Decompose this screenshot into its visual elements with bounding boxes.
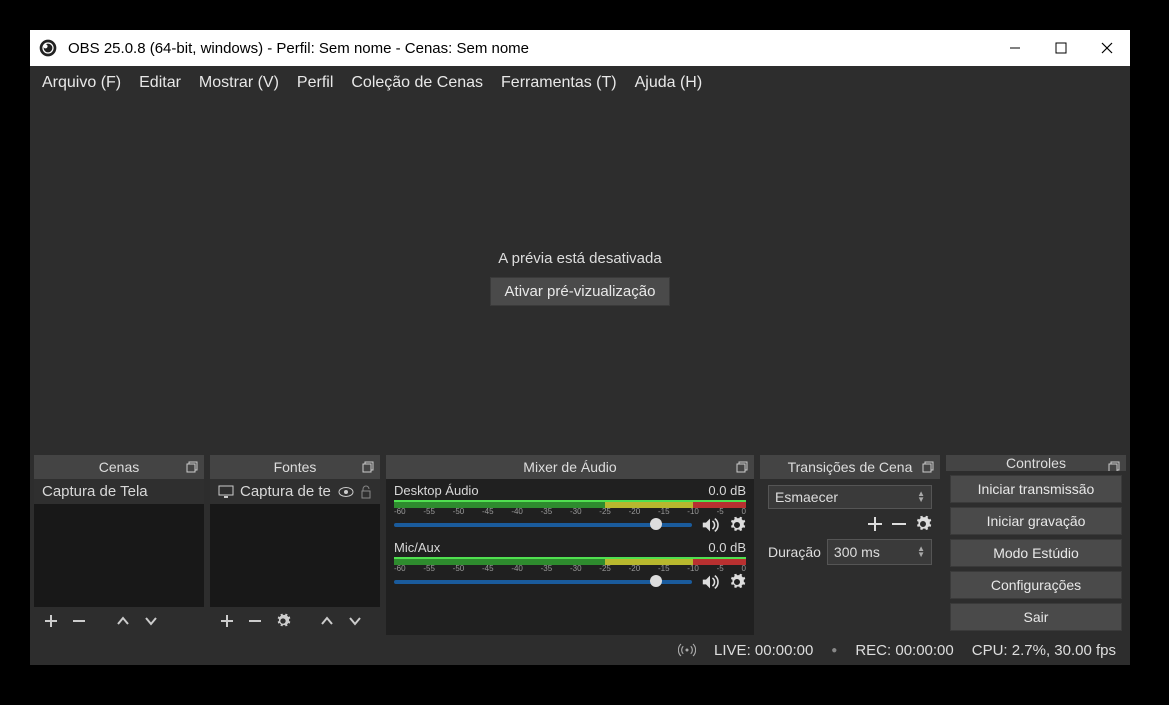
add-icon[interactable] [218,612,236,630]
speaker-icon[interactable] [700,517,720,533]
mixer-track: Desktop Áudio 0.0 dB -60-55-50-45-40-35-… [386,479,754,536]
menubar: Arquivo (F) Editar Mostrar (V) Perfil Co… [30,66,1130,100]
scenes-toolbar [34,607,204,635]
volume-slider[interactable] [394,523,692,527]
select-spinner-icon: ▲▼ [917,491,925,503]
obs-logo-icon [38,38,58,58]
status-live: LIVE: 00:00:00 [714,642,813,659]
sources-header: Fontes [210,455,380,479]
minimize-button[interactable] [992,30,1038,66]
docks-row: Cenas Captura de Tela Fontes [30,455,1130,635]
lock-icon[interactable] [360,485,372,499]
gear-icon[interactable] [274,612,292,630]
stepper-icon[interactable]: ▲▼ [917,546,925,558]
popout-icon[interactable] [920,459,936,475]
duration-input[interactable]: 300 ms ▲▼ [827,539,932,565]
mixer-track: Mic/Aux 0.0 dB -60-55-50-45-40-35-30-25-… [386,536,754,593]
mixer-body: Desktop Áudio 0.0 dB -60-55-50-45-40-35-… [386,479,754,635]
remove-icon[interactable] [246,612,264,630]
scenes-title: Cenas [99,459,139,475]
menu-perfil[interactable]: Perfil [297,74,333,92]
controls-body: Iniciar transmissão Iniciar gravação Mod… [946,471,1126,635]
sources-title: Fontes [274,459,317,475]
maximize-button[interactable] [1038,30,1084,66]
sources-list: Captura de te [210,479,380,607]
popout-icon[interactable] [734,459,750,475]
duration-label: Duração [768,544,821,560]
controls-header: Controles [946,455,1126,471]
menu-ferramentas[interactable]: Ferramentas (T) [501,74,617,92]
scenes-header: Cenas [34,455,204,479]
track-name: Mic/Aux [394,540,440,555]
exit-button[interactable]: Sair [950,603,1122,631]
scene-item[interactable]: Captura de Tela [34,479,204,504]
move-up-icon[interactable] [318,612,336,630]
transitions-title: Transições de Cena [788,459,913,475]
record-dot-icon: ● [831,645,837,656]
close-button[interactable] [1084,30,1130,66]
move-up-icon[interactable] [114,612,132,630]
popout-icon[interactable] [360,459,376,475]
source-item[interactable]: Captura de te [210,479,380,504]
enable-preview-button[interactable]: Ativar pré-vizualização [490,277,671,306]
scenes-list: Captura de Tela [34,479,204,607]
scene-item-label: Captura de Tela [42,483,148,500]
window-title: OBS 25.0.8 (64-bit, windows) - Perfil: S… [68,40,992,57]
scenes-dock: Cenas Captura de Tela [34,455,204,635]
transition-select[interactable]: Esmaecer ▲▼ [768,485,932,509]
controls-dock: Controles Iniciar transmissão Iniciar gr… [946,455,1126,635]
gear-icon[interactable] [914,515,932,533]
add-icon[interactable] [866,515,884,533]
menu-colecao[interactable]: Coleção de Cenas [351,74,483,92]
transition-selected: Esmaecer [775,489,838,505]
transitions-header: Transições de Cena [760,455,940,479]
status-bar: LIVE: 00:00:00 ● REC: 00:00:00 CPU: 2.7%… [30,635,1130,665]
mixer-dock: Mixer de Áudio Desktop Áudio 0.0 dB -60-… [386,455,754,635]
menu-editar[interactable]: Editar [139,74,181,92]
status-rec: REC: 00:00:00 [855,642,953,659]
source-item-label: Captura de te [240,483,332,500]
settings-button[interactable]: Configurações [950,571,1122,599]
level-meter: -60-55-50-45-40-35-30-25-20-15-10-50 [394,557,746,571]
track-level: 0.0 dB [708,540,746,555]
add-icon[interactable] [42,612,60,630]
move-down-icon[interactable] [346,612,364,630]
menu-ajuda[interactable]: Ajuda (H) [635,74,703,92]
popout-icon[interactable] [184,459,200,475]
mixer-header: Mixer de Áudio [386,455,754,479]
mixer-title: Mixer de Áudio [523,459,616,475]
studio-mode-button[interactable]: Modo Estúdio [950,539,1122,567]
duration-value: 300 ms [834,544,880,560]
menu-mostrar[interactable]: Mostrar (V) [199,74,279,92]
gear-icon[interactable] [728,516,746,534]
status-cpu: CPU: 2.7%, 30.00 fps [972,642,1116,659]
remove-icon[interactable] [890,515,908,533]
preview-disabled-text: A prévia está desativada [498,250,661,267]
gear-icon[interactable] [728,573,746,591]
eye-icon[interactable] [338,486,354,498]
preview-area: A prévia está desativada Ativar pré-vizu… [30,100,1130,455]
track-level: 0.0 dB [708,483,746,498]
titlebar: OBS 25.0.8 (64-bit, windows) - Perfil: S… [30,30,1130,66]
start-record-button[interactable]: Iniciar gravação [950,507,1122,535]
transitions-dock: Transições de Cena Esmaecer ▲▼ Duração 3… [760,455,940,635]
level-meter: -60-55-50-45-40-35-30-25-20-15-10-50 [394,500,746,514]
speaker-icon[interactable] [700,574,720,590]
controls-title: Controles [1006,455,1066,471]
remove-icon[interactable] [70,612,88,630]
monitor-icon [218,485,234,499]
menu-arquivo[interactable]: Arquivo (F) [42,74,121,92]
sources-toolbar [210,607,380,635]
transitions-body: Esmaecer ▲▼ Duração 300 ms ▲▼ [760,479,940,635]
volume-slider[interactable] [394,580,692,584]
sources-dock: Fontes Captura de te [210,455,380,635]
broadcast-icon [678,643,696,657]
track-name: Desktop Áudio [394,483,479,498]
move-down-icon[interactable] [142,612,160,630]
obs-window: OBS 25.0.8 (64-bit, windows) - Perfil: S… [30,30,1130,665]
start-stream-button[interactable]: Iniciar transmissão [950,475,1122,503]
